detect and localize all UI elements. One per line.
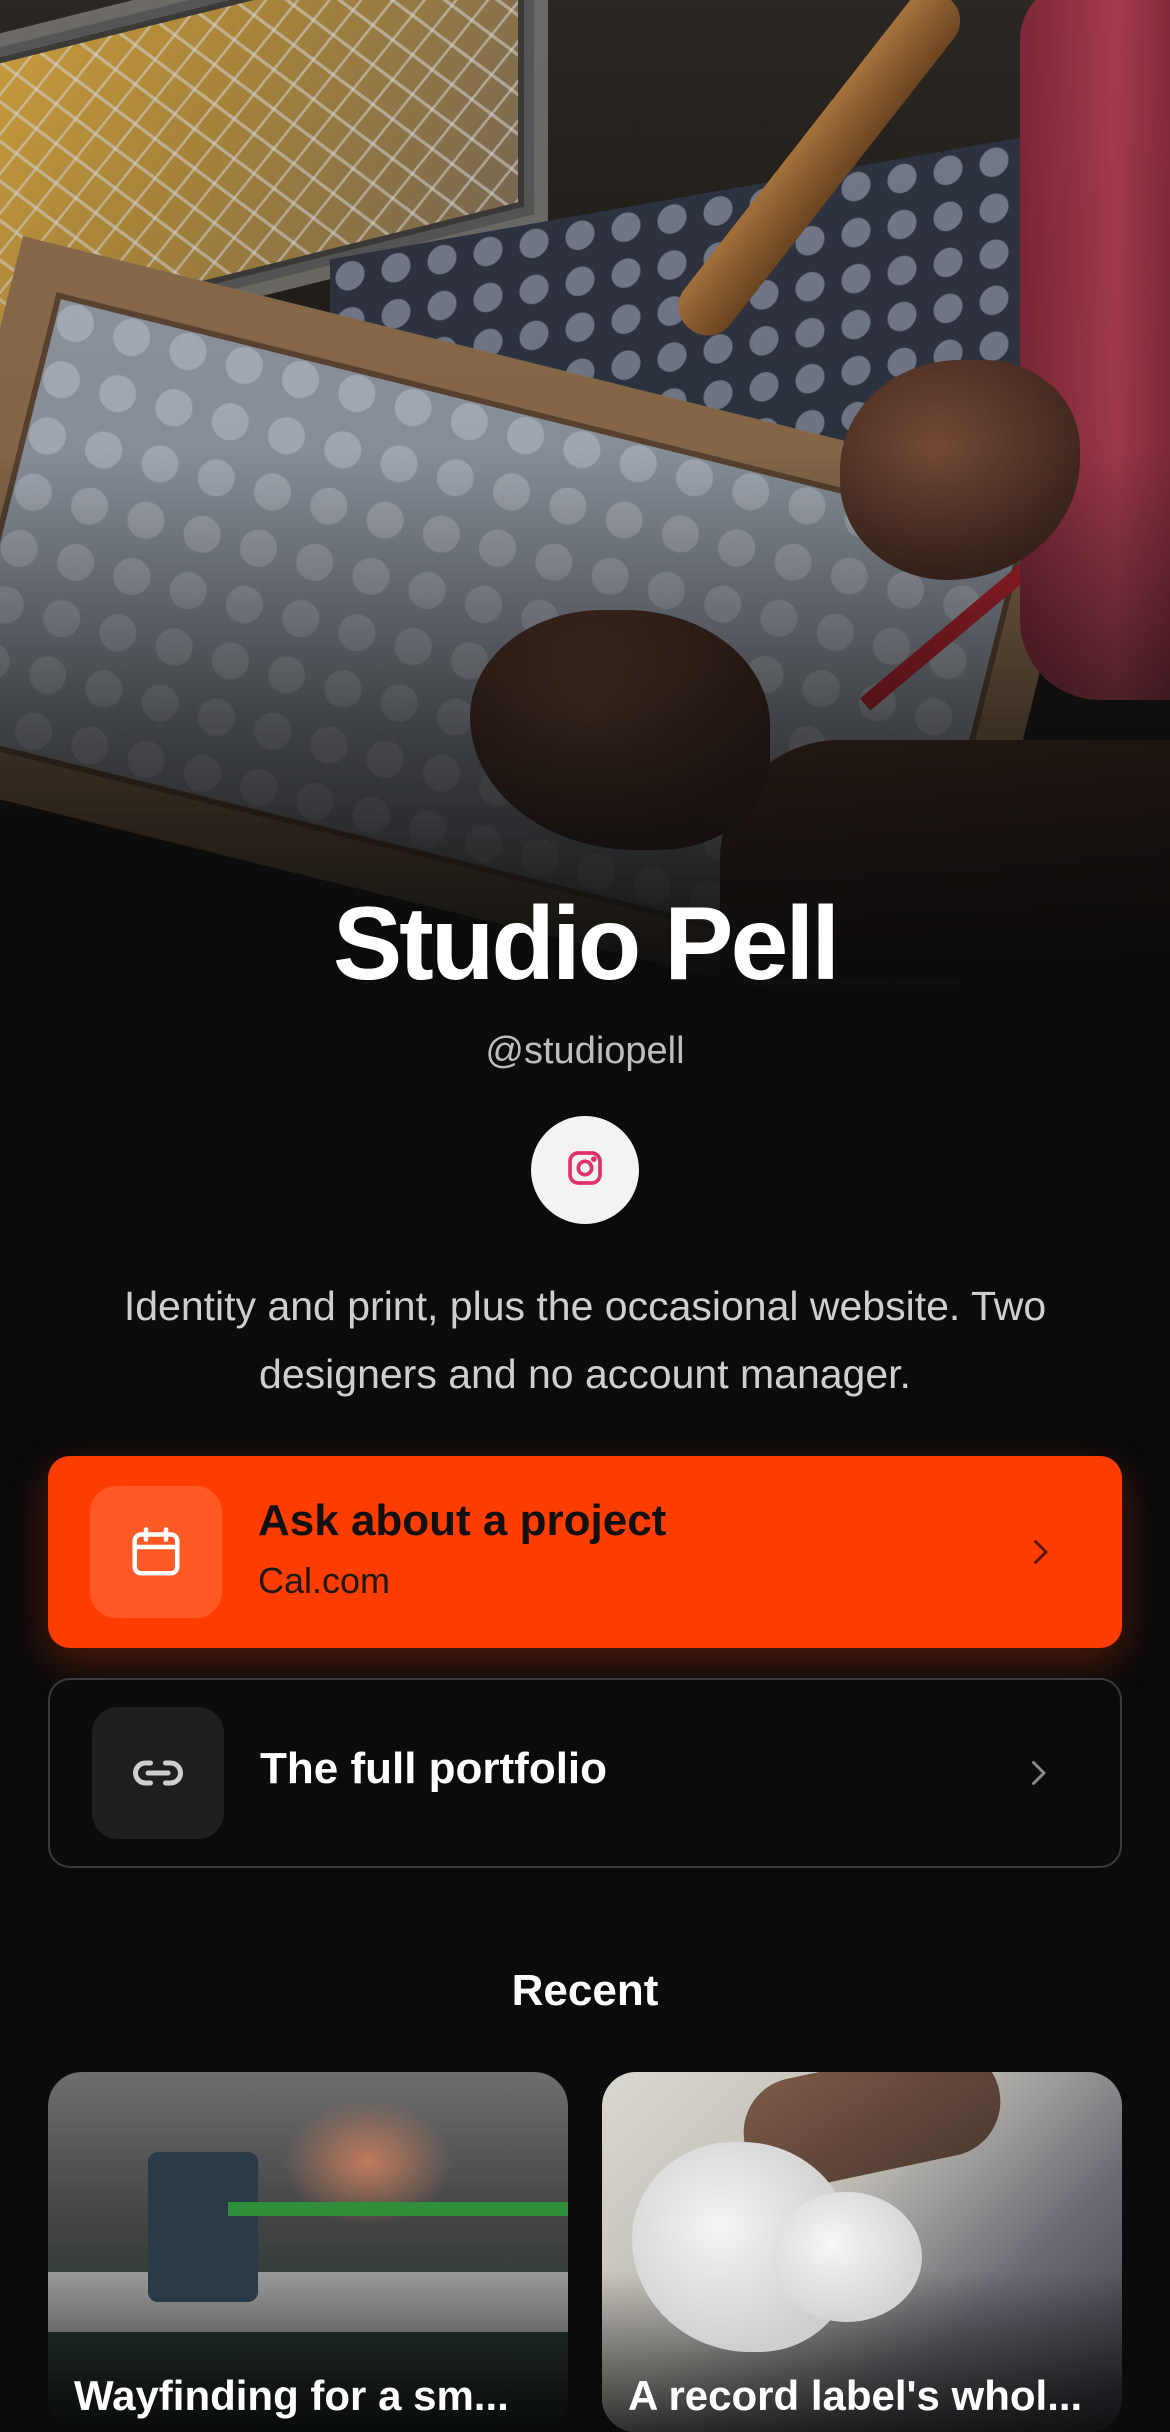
recent-card[interactable]: A record label's whol... [602, 2072, 1122, 2432]
hero-image [0, 0, 1170, 1000]
instagram-icon [565, 1148, 605, 1193]
recent-card-title: Wayfinding for a sm... [74, 2372, 509, 2419]
link-full-portfolio[interactable]: The full portfolio [48, 1678, 1122, 1868]
link-ask-about-project[interactable]: Ask about a project Cal.com [48, 1456, 1122, 1648]
chevron-right-icon [1022, 1534, 1058, 1575]
profile-name: Studio Pell [332, 886, 840, 1002]
recent-card-title: A record label's whol... [628, 2372, 1083, 2419]
instagram-button[interactable] [531, 1116, 639, 1224]
link-icon [92, 1707, 224, 1839]
recent-card[interactable]: Wayfinding for a sm... [48, 2072, 568, 2432]
chevron-right-icon [1020, 1755, 1056, 1796]
recent-heading: Recent [511, 1966, 659, 2015]
calendar-icon [90, 1486, 222, 1618]
profile-handle: @studiopell [485, 1030, 685, 1072]
link-label: Ask about a project [258, 1496, 667, 1545]
profile-bio: Identity and print, plus the occasional … [123, 1283, 1047, 1397]
link-sublabel: Cal.com [258, 1560, 391, 1601]
link-label: The full portfolio [260, 1744, 608, 1793]
